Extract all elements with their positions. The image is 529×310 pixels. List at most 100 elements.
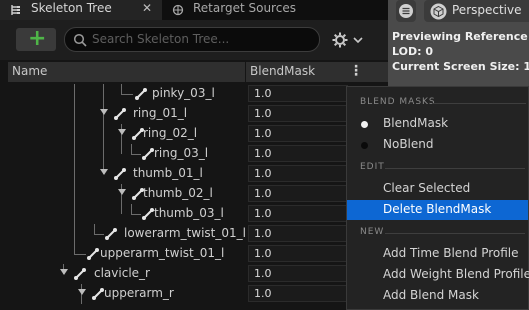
add-button[interactable]: + — [16, 26, 56, 51]
radio-selected-icon — [361, 121, 368, 128]
perspective-button[interactable]: Perspective — [424, 0, 529, 22]
menu-item-label: Clear Selected — [383, 181, 471, 195]
viewport-menu-button[interactable] — [396, 0, 416, 22]
retarget-icon — [172, 4, 184, 16]
viewport-info-line: Previewing Reference P — [392, 30, 529, 43]
menu-item-add-weight-blend-profile[interactable]: Add Weight Blend Profile — [347, 265, 529, 285]
expand-arrow-icon[interactable] — [118, 129, 126, 135]
tree-row-thumb-01-l[interactable]: thumb_01_l 1.0 — [8, 164, 388, 184]
bone-icon — [142, 208, 154, 220]
blend-value: 1.0 — [254, 147, 272, 160]
column-header-blendmask[interactable]: BlendMask — [250, 64, 315, 78]
bone-label: pinky_03_l — [152, 86, 215, 100]
blend-value-field[interactable]: 1.0 — [248, 85, 348, 102]
blend-value: 1.0 — [254, 207, 272, 220]
tab-retarget-sources[interactable]: Retarget Sources — [162, 0, 322, 20]
tree-row-ring-03-l[interactable]: ring_03_l 1.0 — [8, 144, 388, 164]
menu-separator — [385, 168, 525, 169]
blend-mask-context-menu: BLEND MASKS BlendMask NoBlend EDIT Clear… — [346, 86, 529, 310]
blend-value: 1.0 — [254, 267, 272, 280]
menu-item-add-blend-mask[interactable]: Add Blend Mask — [347, 286, 528, 306]
blend-value-field[interactable]: 1.0 — [248, 145, 348, 162]
perspective-label: Perspective — [452, 3, 522, 17]
blend-value-field[interactable]: 1.0 — [248, 265, 348, 282]
blend-value: 1.0 — [254, 127, 272, 140]
tree-header: Name BlendMask ⋮ — [8, 62, 388, 82]
blend-value-field[interactable]: 1.0 — [248, 285, 348, 302]
expand-arrow-icon[interactable] — [100, 169, 108, 175]
bone-label: ring_01_l — [133, 106, 188, 120]
blend-value: 1.0 — [254, 167, 272, 180]
blend-value: 1.0 — [254, 107, 272, 120]
perspective-cube-icon — [430, 3, 447, 20]
column-divider[interactable] — [245, 62, 246, 82]
menu-separator — [432, 103, 526, 104]
bone-icon — [87, 248, 99, 260]
tab-skeleton-tree[interactable]: Skeleton Tree ✕ — [0, 0, 162, 20]
tree-row-upperarm-r[interactable]: upperarm_r 1.0 — [8, 284, 388, 304]
menu-item-label: Add Time Blend Profile — [383, 246, 519, 260]
bone-label: clavicle_r — [94, 266, 150, 280]
bone-icon — [142, 148, 154, 160]
bone-label: thumb_01_l — [133, 166, 203, 180]
tree-row-lowerarm-twist-01-l[interactable]: lowerarm_twist_01_l 1.0 — [8, 224, 388, 244]
menu-item-noblend[interactable]: NoBlend — [347, 135, 528, 155]
menu-item-delete-blendmask[interactable]: Delete BlendMask — [347, 200, 528, 220]
viewport-info-line: LOD: 0 — [392, 45, 433, 58]
radio-unselected-icon — [361, 142, 368, 149]
menu-item-clear-selected[interactable]: Clear Selected — [347, 179, 528, 199]
tab-label: Skeleton Tree — [31, 1, 112, 15]
tree-row-pinky-03-l[interactable]: pinky_03_l 1.0 — [8, 84, 388, 104]
close-icon[interactable]: ✕ — [142, 1, 152, 15]
blend-value-field[interactable]: 1.0 — [248, 225, 348, 242]
menu-item-add-time-blend-profile[interactable]: Add Time Blend Profile — [347, 244, 528, 264]
bone-label: lowerarm_twist_01_l — [124, 226, 246, 240]
expand-arrow-icon[interactable] — [78, 289, 86, 295]
menu-item-label: BlendMask — [383, 116, 449, 130]
tab-bar: Skeleton Tree ✕ Retarget Sources — [0, 0, 390, 20]
column-options-icon[interactable]: ⋮ — [349, 63, 363, 79]
gear-icon — [332, 32, 348, 48]
settings-dropdown-button[interactable] — [330, 30, 366, 50]
bone-icon — [135, 88, 147, 100]
skeleton-tree-icon — [11, 5, 20, 15]
tree-row-ring-02-l[interactable]: ring_02_l 1.0 — [8, 124, 388, 144]
plus-icon: + — [28, 26, 47, 51]
menu-item-blendmask[interactable]: BlendMask — [347, 114, 528, 134]
menu-item-label: Add Weight Blend Profile — [383, 267, 529, 281]
search-icon — [73, 33, 87, 47]
bone-label: ring_03_l — [154, 146, 209, 160]
column-header-name[interactable]: Name — [12, 64, 47, 78]
bone-icon — [92, 288, 104, 300]
blend-value-field[interactable]: 1.0 — [248, 205, 348, 222]
search-placeholder: Search Skeleton Tree... — [92, 32, 230, 46]
skeleton-tree: pinky_03_l 1.0 ring_01_l 1.0 ring_02_l 1… — [8, 84, 388, 310]
blend-value-field[interactable]: 1.0 — [248, 165, 348, 182]
expand-arrow-icon[interactable] — [60, 269, 68, 275]
bone-label: ring_02_l — [143, 126, 198, 140]
tree-row-upperarm-twist-01-l[interactable]: upperarm_twist_01_l 1.0 — [8, 244, 388, 264]
chevron-down-icon — [353, 37, 363, 44]
blend-value: 1.0 — [254, 87, 272, 100]
blend-value: 1.0 — [254, 287, 272, 300]
tree-row-clavicle-r[interactable]: clavicle_r 1.0 — [8, 264, 388, 284]
menu-section-blend-masks: BLEND MASKS — [360, 97, 436, 107]
blend-value-field[interactable]: 1.0 — [248, 125, 348, 142]
bone-icon — [105, 228, 117, 240]
blend-value-field[interactable]: 1.0 — [248, 185, 348, 202]
bone-icon — [114, 168, 126, 180]
expand-arrow-icon[interactable] — [118, 189, 126, 195]
blend-value-field[interactable]: 1.0 — [248, 105, 348, 122]
expand-arrow-icon[interactable] — [100, 109, 108, 115]
tree-row-thumb-03-l[interactable]: thumb_03_l 1.0 — [8, 204, 388, 224]
bone-icon — [114, 108, 126, 120]
tree-row-ring-01-l[interactable]: ring_01_l 1.0 — [8, 104, 388, 124]
menu-item-label: Add Blend Mask — [383, 288, 479, 302]
bone-label: thumb_02_l — [143, 186, 213, 200]
menu-separator — [385, 233, 525, 234]
menu-section-new: NEW — [360, 227, 385, 237]
blend-value-field[interactable]: 1.0 — [248, 245, 348, 262]
tree-row-thumb-02-l[interactable]: thumb_02_l 1.0 — [8, 184, 388, 204]
bone-label: upperarm_twist_01_l — [100, 246, 225, 260]
search-input[interactable]: Search Skeleton Tree... — [64, 27, 320, 52]
